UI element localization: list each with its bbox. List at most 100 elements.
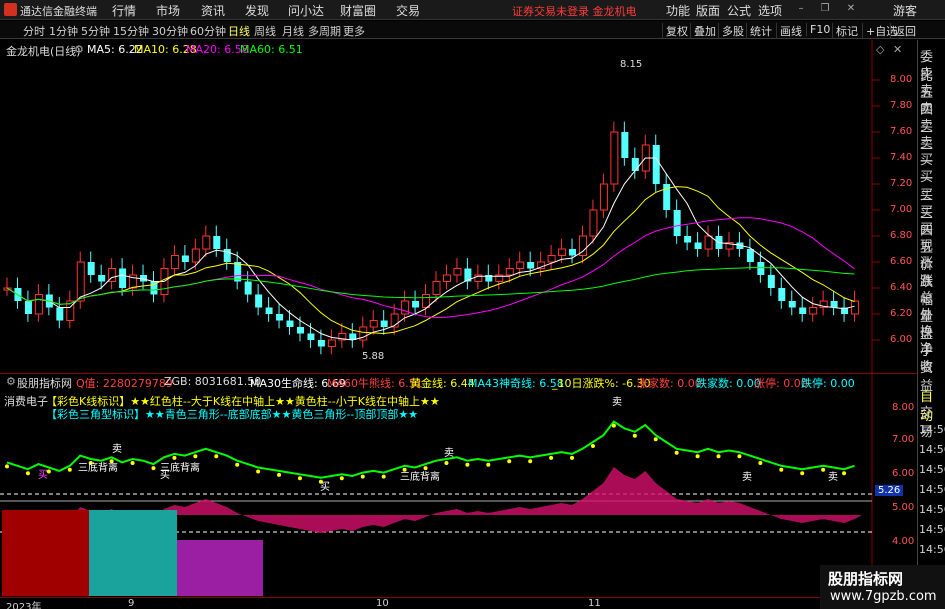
tool-back[interactable]: 返回 (890, 23, 916, 39)
signal-dot (256, 469, 261, 474)
sell-tag: 卖 (444, 448, 454, 459)
watermark-url: www.7gpzb.com (830, 589, 937, 604)
candle-body (244, 281, 252, 295)
watermark-title: 股朋指标网 (828, 570, 904, 588)
signal-dot (528, 459, 533, 464)
sell-tag: 卖 (612, 397, 622, 408)
candle-body (516, 261, 525, 269)
candle-body (621, 132, 629, 158)
tool-draw[interactable]: 画线 (776, 23, 802, 39)
period-multi[interactable]: 多周期 (308, 23, 341, 39)
period-intraday[interactable]: 分时 (23, 23, 45, 39)
candle-body (453, 268, 462, 276)
menu-options[interactable]: 选项 (758, 2, 782, 19)
period-60min[interactable]: 60分钟 (190, 23, 226, 39)
period-daily[interactable]: 日线 (228, 23, 250, 39)
menu-layout[interactable]: 版面 (696, 2, 720, 19)
ma60-bull-value: MA60牛熊线: 6.51 (327, 377, 423, 390)
candle-body (24, 301, 32, 314)
candle-body (98, 275, 106, 282)
period-1min[interactable]: 1分钟 (49, 23, 78, 39)
period-5min[interactable]: 5分钟 (81, 23, 110, 39)
menu-discover[interactable]: 发现 (245, 2, 269, 19)
buy-tag: 买 (38, 470, 48, 481)
tool-mark[interactable]: 标记 (832, 23, 858, 39)
candle-body (527, 262, 535, 269)
panel-close-icon[interactable]: ✕ (893, 43, 902, 56)
stock-label: 金龙机电(日线) (6, 45, 81, 58)
signal-dot (590, 444, 595, 448)
period-30min[interactable]: 30分钟 (152, 23, 188, 39)
restore-icon[interactable]: ❐ (818, 3, 832, 15)
period-monthly[interactable]: 月线 (282, 23, 304, 39)
menu-trade[interactable]: 交易 (396, 2, 420, 19)
candle-body (56, 307, 64, 321)
time-label: 10 (376, 598, 389, 609)
ma43-value: MA43神奇线: 6.58 (468, 377, 564, 390)
candle-body (684, 236, 692, 243)
signal-dot (214, 454, 219, 459)
candle-body (87, 262, 95, 275)
menu-ask[interactable]: 问小达 (288, 2, 324, 19)
menu-market[interactable]: 市场 (156, 2, 180, 19)
candle-body (432, 281, 441, 295)
sell-tag: 卖 (742, 472, 752, 483)
guest-label[interactable]: 游客 (893, 2, 917, 19)
menu-quotes[interactable]: 行情 (112, 2, 136, 19)
price-tick: 7.40 (890, 152, 913, 163)
candle-body (76, 261, 85, 302)
menu-bar: 通达信金融终端 行情 市场 资讯 发现 问小达 财富圈 交易 证券交易未登录 金… (0, 0, 945, 20)
close-icon[interactable]: ✕ (844, 3, 858, 15)
tool-f10[interactable]: F10 (806, 23, 830, 36)
period-more[interactable]: 更多 (343, 23, 365, 39)
signal-dot (674, 450, 679, 455)
login-notice[interactable]: 证券交易未登录 金龙机电 (512, 3, 637, 19)
candle-body (307, 333, 315, 340)
tick-time: 14:56 (919, 463, 945, 476)
menu-news[interactable]: 资讯 (201, 2, 225, 19)
time-label: 9 (128, 598, 135, 609)
indicator-settings-icon[interactable]: ⚙ (6, 375, 16, 388)
signal-dot (297, 476, 302, 481)
signal-dot (549, 455, 554, 460)
price-tick: 7.60 (890, 126, 913, 137)
tool-overlay[interactable]: 叠加 (690, 23, 716, 39)
divergence-tag: 三底背离 (78, 463, 118, 474)
candle-body (851, 300, 860, 315)
tool-adjust[interactable]: 复权 (662, 23, 688, 39)
minimize-icon[interactable]: – (794, 3, 808, 15)
candle-body (788, 301, 796, 308)
candle-body (119, 268, 127, 288)
signal-dot (737, 454, 742, 459)
candle-body (191, 248, 200, 263)
high-price-marker: 8.15 (620, 59, 643, 70)
period-bar: 分时 1分钟 5分钟 15分钟 30分钟 60分钟 日线 周线 月线 多周期 更… (0, 21, 945, 39)
menu-wealth[interactable]: 财富圈 (340, 2, 376, 19)
candle-body (569, 249, 577, 256)
app-name: 通达信金融终端 (20, 5, 97, 18)
period-15min[interactable]: 15分钟 (113, 23, 149, 39)
tick-time: 14:56 (919, 443, 945, 456)
candlestick-chart[interactable] (0, 40, 917, 373)
candle-body (286, 320, 294, 327)
signal-dot (507, 459, 512, 464)
ind-tick: 8.00 (892, 402, 915, 413)
price-tick: 6.00 (890, 334, 913, 345)
period-weekly[interactable]: 周线 (254, 23, 276, 39)
price-tick: 6.80 (890, 230, 913, 241)
tool-multi-stock[interactable]: 多股 (718, 23, 744, 39)
settings-icon[interactable]: ⚙ (74, 43, 84, 56)
signal-dot (716, 454, 721, 459)
candle-body (170, 255, 179, 269)
candle-body (296, 327, 304, 334)
sell-tag: 卖 (828, 472, 838, 483)
candle-body (778, 288, 786, 301)
decliners: 跌家数: 0.00 (696, 377, 761, 390)
signal-dot (632, 433, 637, 438)
expand-icon[interactable]: ◇ (876, 43, 884, 56)
tool-stats[interactable]: 统计 (746, 23, 772, 39)
time-label: 2023年 (6, 602, 42, 609)
candle-body (317, 340, 325, 347)
menu-formula[interactable]: 公式 (727, 2, 751, 19)
menu-function[interactable]: 功能 (666, 2, 690, 19)
